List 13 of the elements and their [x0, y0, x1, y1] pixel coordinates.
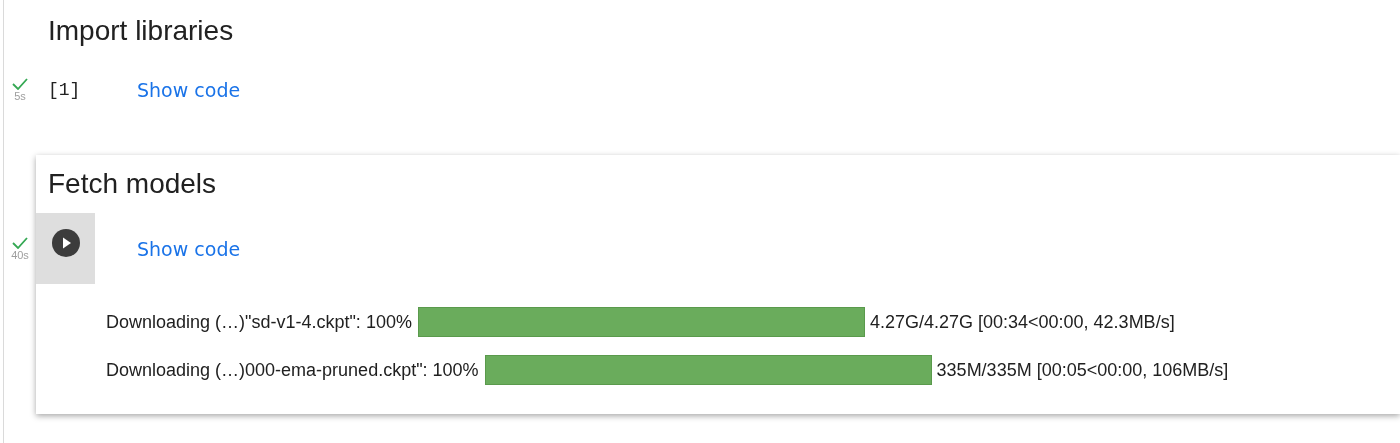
show-code-link[interactable]: Show code [137, 237, 241, 260]
section-title: Fetch models [47, 167, 218, 201]
download-label: Downloading (…)000-ema-pruned.ckpt": 100% [106, 359, 479, 381]
download-stats: 335M/335M [00:05<00:00, 106MB/s] [936, 359, 1229, 381]
execution-time: 5s [14, 89, 26, 102]
download-stats: 4.27G/4.27G [00:34<00:00, 42.3MB/s] [869, 311, 1175, 333]
download-label: Downloading (…)"sd-v1-4.ckpt": 100% [106, 311, 412, 333]
execution-count: [1] [48, 79, 81, 100]
run-button[interactable] [36, 213, 95, 284]
show-code-link[interactable]: Show code [137, 78, 241, 101]
execution-time: 40s [11, 248, 29, 261]
play-icon [50, 228, 81, 258]
section-title: Import libraries [47, 14, 235, 48]
